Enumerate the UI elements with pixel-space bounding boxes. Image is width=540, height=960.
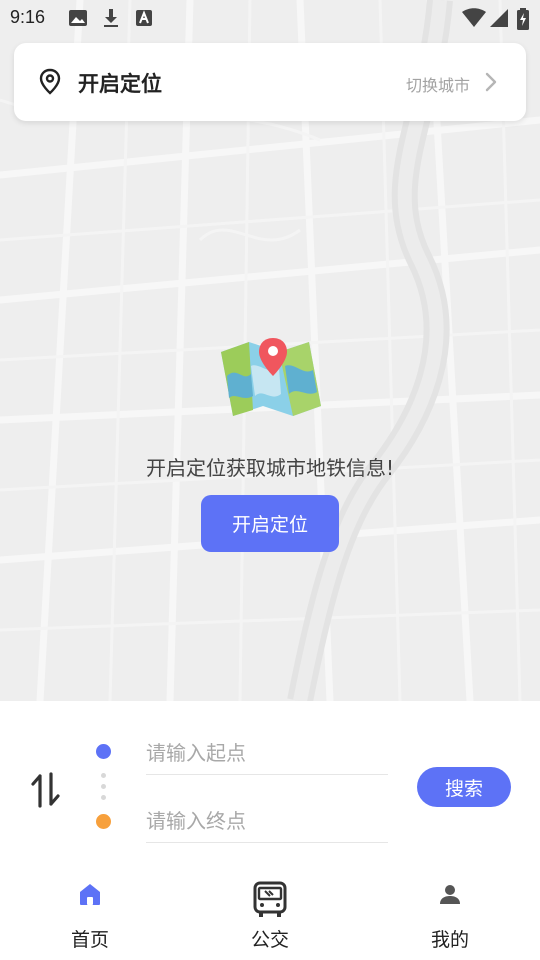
nav-label-mine: 我的 xyxy=(430,929,469,951)
search-button[interactable]: 搜索 xyxy=(417,767,511,807)
location-card[interactable]: 开启定位 切换城市 xyxy=(14,43,526,121)
keyboard-a-icon xyxy=(136,10,152,26)
chevron-right-icon[interactable] xyxy=(484,71,498,93)
status-time: 9:16 xyxy=(10,7,46,27)
bottom-nav: 首页 公交 我的 xyxy=(0,870,540,960)
home-icon xyxy=(80,884,100,905)
battery-charging-icon xyxy=(517,8,529,30)
end-point-input[interactable] xyxy=(146,800,388,843)
location-pin-icon xyxy=(39,68,61,95)
status-bar: 9:16 xyxy=(0,0,540,36)
enable-location-button[interactable]: 开启定位 xyxy=(201,495,339,552)
person-icon xyxy=(440,885,460,904)
nav-item-mine[interactable]: 我的 xyxy=(390,870,510,960)
start-point-dot xyxy=(96,744,111,759)
signal-icon xyxy=(490,9,508,27)
image-icon xyxy=(69,10,87,26)
bus-icon xyxy=(253,881,287,917)
end-point-dot xyxy=(96,814,111,829)
download-icon xyxy=(104,9,118,27)
start-point-input[interactable] xyxy=(146,732,388,775)
location-title[interactable]: 开启定位 xyxy=(78,68,162,98)
nav-label-home: 首页 xyxy=(70,929,109,951)
wifi-icon xyxy=(462,8,486,27)
route-connector-dots xyxy=(101,773,106,806)
swap-icon[interactable] xyxy=(30,772,62,808)
location-prompt-text: 开启定位获取城市地铁信息! xyxy=(145,456,395,480)
switch-city-link[interactable]: 切换城市 xyxy=(406,72,470,96)
nav-item-bus[interactable]: 公交 xyxy=(210,870,330,960)
nav-item-home[interactable]: 首页 xyxy=(30,870,150,960)
nav-label-bus: 公交 xyxy=(250,929,289,951)
map-with-pin-icon xyxy=(221,338,321,416)
